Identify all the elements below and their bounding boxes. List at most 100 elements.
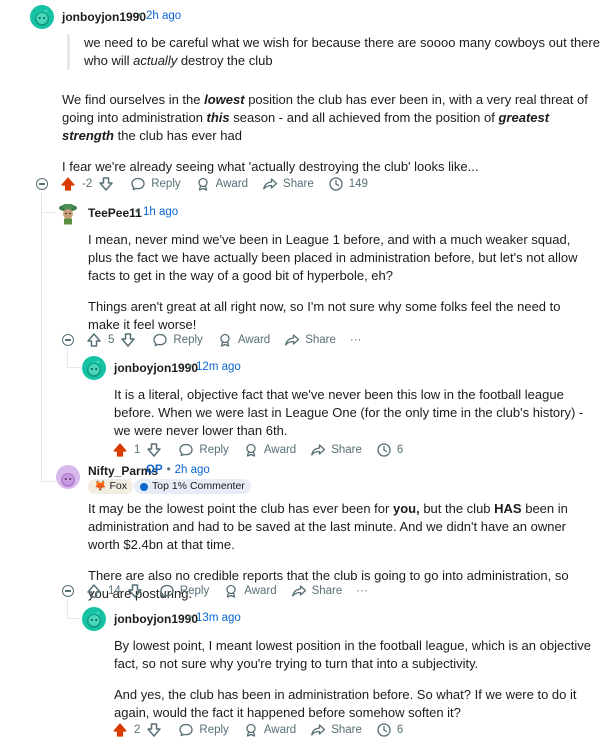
share-button[interactable]: Share bbox=[310, 442, 362, 458]
vote-group: 14 bbox=[86, 583, 143, 599]
downvote-icon[interactable] bbox=[127, 583, 143, 599]
downvote-icon[interactable] bbox=[120, 332, 136, 348]
reply-button[interactable]: Reply bbox=[130, 176, 181, 192]
badge-icon bbox=[140, 482, 148, 491]
reply-icon bbox=[152, 332, 168, 348]
collapse-thread-button[interactable] bbox=[36, 178, 48, 190]
thread-line[interactable] bbox=[41, 192, 42, 482]
award-icon bbox=[243, 442, 259, 458]
award-button[interactable]: Award bbox=[195, 176, 248, 192]
flair-label: Fox bbox=[109, 480, 127, 492]
comment-time[interactable]: 13m ago bbox=[196, 612, 241, 624]
comment-meta: • 2h ago bbox=[134, 10, 181, 22]
bold-italic-text: this bbox=[206, 110, 230, 125]
award-button[interactable]: Award bbox=[223, 583, 277, 599]
comment-body: By lowest point, I meant lowest position… bbox=[114, 637, 592, 722]
share-icon bbox=[284, 332, 300, 348]
teepee-avatar-icon bbox=[56, 201, 80, 225]
comment-actions: 1 Reply Award Share 6 bbox=[112, 440, 417, 460]
share-label: Share bbox=[283, 178, 314, 190]
share-button[interactable]: Share bbox=[284, 332, 336, 348]
comment-time[interactable]: 2h ago bbox=[146, 10, 181, 22]
upvote-icon[interactable] bbox=[60, 176, 76, 192]
award-label: Award bbox=[237, 334, 271, 346]
vote-count: 14 bbox=[108, 585, 121, 597]
share-button[interactable]: Share bbox=[310, 722, 362, 738]
upvote-icon[interactable] bbox=[112, 442, 128, 458]
reply-label: Reply bbox=[151, 178, 181, 190]
thread-line[interactable] bbox=[67, 599, 68, 619]
reply-button[interactable]: Reply bbox=[159, 583, 209, 599]
award-button[interactable]: Award bbox=[217, 332, 270, 348]
comment-time[interactable]: 1h ago bbox=[143, 206, 178, 218]
comment-time[interactable]: 12m ago bbox=[196, 361, 241, 373]
meta-separator: • bbox=[188, 361, 193, 373]
award-button[interactable]: Award bbox=[243, 722, 296, 738]
avatar[interactable] bbox=[30, 5, 54, 29]
comment-meta: OP • 2h ago bbox=[146, 464, 210, 476]
downvote-icon[interactable] bbox=[146, 722, 162, 738]
more-options-button[interactable]: ··· bbox=[350, 334, 362, 346]
thread-line[interactable] bbox=[67, 348, 68, 368]
comment-paragraph: And yes, the club has been in administra… bbox=[114, 687, 577, 720]
text-span: the club has ever had bbox=[114, 128, 242, 143]
reply-icon bbox=[159, 583, 175, 599]
vote-count: 2 bbox=[134, 724, 141, 736]
comment-body: I mean, never mind we've been in League … bbox=[88, 231, 588, 334]
share-label: Share bbox=[331, 724, 362, 736]
award-label: Award bbox=[263, 724, 297, 736]
awards-count-label: 6 bbox=[396, 444, 404, 456]
award-button[interactable]: Award bbox=[243, 442, 296, 458]
text-span: but the club bbox=[419, 501, 495, 516]
meta-separator: • bbox=[166, 464, 171, 476]
awards-count[interactable]: 149 bbox=[328, 176, 368, 192]
reply-button[interactable]: Reply bbox=[178, 722, 229, 738]
share-button[interactable]: Share bbox=[262, 176, 314, 192]
snoo-avatar-icon bbox=[82, 607, 106, 631]
upvote-icon[interactable] bbox=[86, 332, 102, 348]
downvote-icon[interactable] bbox=[146, 442, 162, 458]
award-icon bbox=[223, 583, 239, 599]
thread-branch bbox=[41, 212, 55, 213]
downvote-icon[interactable] bbox=[98, 176, 114, 192]
upvote-icon[interactable] bbox=[86, 583, 102, 599]
vote-group: 5 bbox=[86, 332, 136, 348]
collapse-thread-button[interactable] bbox=[62, 585, 74, 597]
op-badge: OP bbox=[146, 464, 163, 476]
thread-branch bbox=[67, 367, 81, 368]
more-options-button[interactable]: ··· bbox=[356, 585, 368, 597]
comment-actions: 14 Reply Award Share ··· bbox=[86, 581, 382, 601]
share-button[interactable]: Share bbox=[291, 583, 343, 599]
awards-count[interactable]: 6 bbox=[376, 442, 403, 458]
share-icon bbox=[291, 583, 307, 599]
avatar[interactable] bbox=[56, 465, 80, 489]
award-label: Award bbox=[215, 178, 249, 190]
comment-paragraph: We find ourselves in the lowest position… bbox=[62, 91, 592, 145]
share-label: Share bbox=[311, 585, 343, 597]
award-label: Award bbox=[263, 444, 297, 456]
comment-meta: • 13m ago bbox=[184, 612, 241, 624]
avatar[interactable] bbox=[82, 607, 106, 631]
text-span: We find ourselves in the bbox=[62, 92, 205, 107]
blockquote: we need to be careful what we wish for b… bbox=[67, 34, 603, 70]
avatar[interactable] bbox=[82, 356, 106, 380]
quote-text: destroy the club bbox=[177, 53, 273, 68]
reply-button[interactable]: Reply bbox=[152, 332, 203, 348]
user-flair: 🦊 Fox bbox=[88, 479, 133, 494]
comment-paragraph: Things aren't great at all right now, so… bbox=[88, 299, 561, 332]
bold-italic-text: lowest bbox=[204, 92, 245, 107]
awards-count-label: 149 bbox=[348, 178, 368, 190]
awards-count[interactable]: 6 bbox=[376, 722, 403, 738]
collapse-thread-button[interactable] bbox=[62, 334, 74, 346]
vote-group: 1 bbox=[112, 442, 162, 458]
comment-actions: 2 Reply Award Share 6 bbox=[112, 720, 417, 740]
fox-icon: 🦊 bbox=[94, 481, 107, 492]
upvote-icon[interactable] bbox=[112, 722, 128, 738]
comment-meta: • 1h ago bbox=[131, 206, 178, 218]
snoo-avatar-icon bbox=[82, 356, 106, 380]
vote-group: 2 bbox=[112, 722, 162, 738]
comment-time[interactable]: 2h ago bbox=[175, 464, 210, 476]
avatar[interactable] bbox=[56, 201, 80, 225]
reply-label: Reply bbox=[199, 444, 229, 456]
reply-button[interactable]: Reply bbox=[178, 442, 229, 458]
